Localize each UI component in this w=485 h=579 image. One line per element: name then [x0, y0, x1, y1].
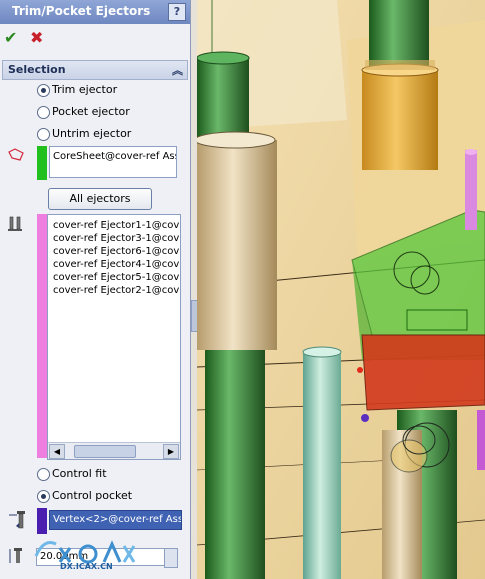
list-item[interactable]: cover-ref Ejector4-1@cov — [53, 259, 179, 270]
scroll-right-icon[interactable]: ▶ — [163, 444, 179, 459]
selection-group-header[interactable]: Selection ︽ — [2, 60, 188, 80]
list-item[interactable]: cover-ref Ejector6-1@cov — [53, 246, 179, 257]
face-color-swatch — [37, 146, 47, 180]
list-horizontal-scrollbar[interactable]: ◀ ▶ — [48, 442, 180, 459]
ejector-pin-3 — [302, 346, 342, 579]
vertex-color-swatch — [37, 508, 47, 534]
radio-label: Pocket ejector — [52, 105, 130, 118]
list-item[interactable]: cover-ref Ejector5-1@cov — [53, 272, 179, 283]
radio-dot[interactable] — [37, 490, 50, 503]
panel-title-bar: Trim/Pocket Ejectors ? — [0, 0, 190, 24]
ejector-pin-4 — [382, 410, 457, 579]
radio-label: Trim ejector — [52, 83, 118, 96]
radio-label: Control fit — [52, 467, 107, 480]
checkmark-icon: ✔ — [4, 28, 18, 47]
radio-dot[interactable] — [37, 84, 50, 97]
help-button[interactable]: ? — [168, 3, 186, 21]
ejector-pin-vertex-icon — [8, 510, 30, 534]
scroll-thumb[interactable] — [74, 445, 136, 458]
selection-header-label: Selection — [8, 63, 66, 76]
radio-dot[interactable] — [37, 106, 50, 119]
3d-model-viewport[interactable] — [197, 0, 485, 579]
ejector-pins-icon — [8, 216, 24, 236]
radio-label: Control pocket — [52, 489, 133, 502]
radio-label: Untrim ejector — [52, 127, 132, 140]
scroll-left-icon[interactable]: ◀ — [49, 444, 65, 459]
all-ejectors-button[interactable]: All ejectors — [48, 188, 152, 210]
ejector-list[interactable]: cover-ref Ejector1-1@cov cover-ref Eject… — [47, 214, 181, 460]
ejectors-color-swatch — [37, 214, 47, 458]
cancel-button[interactable]: ✖ — [30, 28, 43, 47]
distance-icon — [8, 546, 30, 570]
x-icon: ✖ — [30, 28, 44, 47]
vertex-selection-field[interactable]: Vertex<2>@cover-ref Ass — [49, 510, 182, 530]
list-item[interactable]: cover-ref Ejector2-1@cov — [53, 285, 179, 296]
distance-spinner[interactable] — [164, 548, 178, 568]
watermark-logo: DX.ICAX.CN — [30, 532, 140, 578]
list-item[interactable]: cover-ref Ejector1-1@cov — [53, 220, 179, 231]
ok-button[interactable]: ✔ — [4, 28, 17, 47]
radio-dot[interactable] — [37, 128, 50, 141]
list-item[interactable]: cover-ref Ejector3-1@cov — [53, 233, 179, 244]
property-manager-panel: Trim/Pocket Ejectors ? ✔ ✖ Selection ︽ T… — [0, 0, 191, 579]
panel-title: Trim/Pocket Ejectors — [12, 4, 151, 18]
watermark-text: DX.ICAX.CN — [60, 562, 113, 571]
face-selection-field[interactable]: CoreSheet@cover-ref Ass — [49, 146, 177, 178]
radio-dot[interactable] — [37, 468, 50, 481]
ejector-pin-2 — [361, 0, 439, 170]
double-chevron-up-icon[interactable]: ︽ — [172, 62, 183, 78]
face-selection-icon — [8, 148, 24, 166]
